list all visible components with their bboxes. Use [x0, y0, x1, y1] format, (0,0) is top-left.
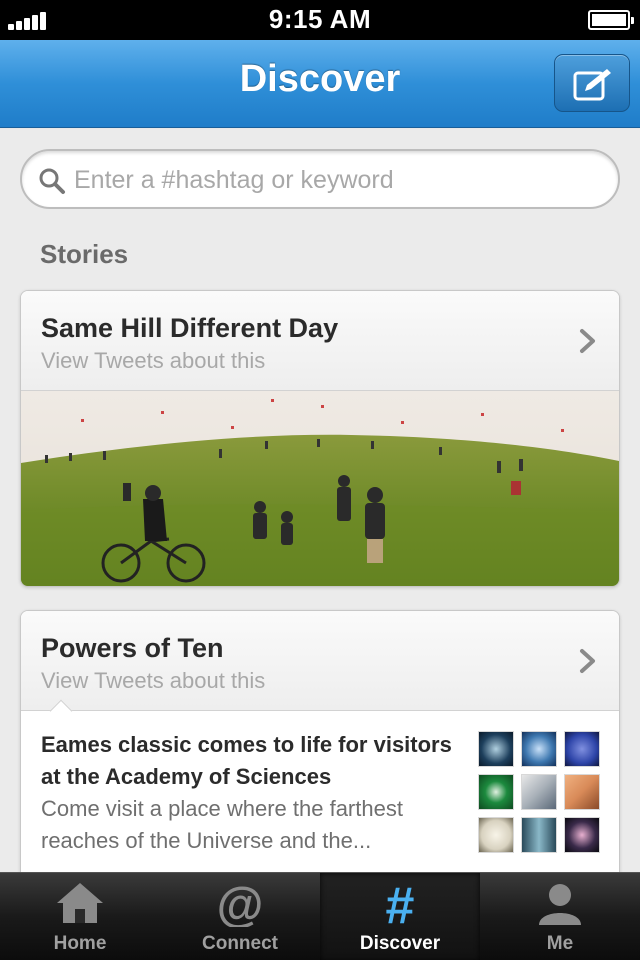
thumbnail-image — [564, 817, 600, 853]
story-title: Powers of Ten — [41, 633, 224, 663]
discover-content[interactable]: Stories Same Hill Different Day View Twe… — [0, 129, 640, 872]
svg-text:@: @ — [217, 881, 264, 927]
thumbnail-image — [521, 731, 557, 767]
compose-icon — [573, 69, 611, 101]
at-icon: @ — [217, 881, 264, 927]
story-header[interactable]: Same Hill Different Day View Tweets abou… — [21, 291, 619, 391]
tab-discover[interactable]: # Discover — [320, 873, 480, 960]
tab-label: Home — [53, 933, 107, 954]
thumbnail-image — [478, 731, 514, 767]
article-title[interactable]: Eames classic comes to life for visitors… — [41, 729, 461, 793]
home-icon — [57, 883, 103, 923]
hill-kites-photo[interactable] — [21, 391, 619, 586]
view-tweets-link[interactable]: View Tweets about this — [41, 668, 265, 694]
status-time: 9:15 AM — [268, 4, 372, 34]
tab-label: Discover — [359, 933, 441, 954]
thumbnail-image — [564, 731, 600, 767]
thumbnail-image — [521, 817, 557, 853]
tab-label: Me — [546, 933, 574, 954]
section-title-stories: Stories — [40, 239, 129, 269]
story-header[interactable]: Powers of Ten View Tweets about this — [21, 611, 619, 711]
status-bar: 9:15 AM — [0, 0, 640, 40]
view-tweets-link[interactable]: View Tweets about this — [41, 348, 265, 374]
tab-bar: Home @ Connect # Discover Me — [0, 872, 640, 960]
thumbnail-image — [478, 817, 514, 853]
person-icon — [539, 884, 581, 925]
tab-me[interactable]: Me — [480, 873, 640, 960]
hashtag-icon: # — [386, 881, 415, 927]
tab-label: Connect — [202, 933, 278, 954]
thumbnail-image — [521, 774, 557, 810]
tab-home[interactable]: Home — [0, 873, 160, 960]
battery-icon — [588, 10, 634, 30]
chevron-right-icon — [580, 649, 595, 673]
story-title: Same Hill Different Day — [41, 313, 339, 343]
svg-text:#: # — [386, 881, 415, 927]
search-input[interactable] — [74, 161, 594, 199]
story-card[interactable]: Powers of Ten View Tweets about this Eam… — [20, 610, 620, 872]
thumbnail-image — [478, 774, 514, 810]
compose-button[interactable] — [554, 54, 630, 112]
story-card[interactable]: Same Hill Different Day View Tweets abou… — [20, 290, 620, 587]
search-icon — [39, 168, 65, 194]
search-bar[interactable] — [20, 149, 620, 209]
thumbnail-image — [564, 774, 600, 810]
nav-bar: Discover — [0, 40, 640, 128]
article-description: Come visit a place where the farthest re… — [41, 796, 403, 853]
chevron-right-icon — [580, 329, 595, 353]
page-title: Discover — [239, 58, 401, 100]
tab-connect[interactable]: @ Connect — [160, 873, 320, 960]
thumbnail-grid[interactable] — [478, 731, 602, 855]
